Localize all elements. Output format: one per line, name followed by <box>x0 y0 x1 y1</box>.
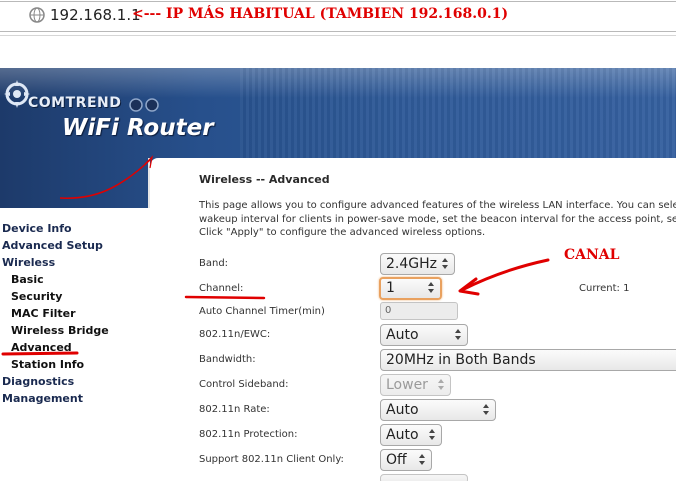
lens-dots-icon <box>129 98 159 112</box>
spinner-icon <box>419 454 427 466</box>
n-client-only-select[interactable]: Off <box>380 449 432 471</box>
control-sideband-label: Control Sideband: <box>199 379 289 390</box>
spinner-icon <box>442 258 450 270</box>
channel-value: 1 <box>386 280 395 296</box>
menu-item-device-info[interactable]: Device Info <box>2 222 72 235</box>
browser-gap <box>0 36 676 68</box>
canal-annotation: CANAL <box>564 247 620 263</box>
menu-item-diagnostics[interactable]: Diagnostics <box>2 375 74 388</box>
current-channel: Current: 1 <box>579 283 630 294</box>
channel-select[interactable]: 1 <box>379 277 442 300</box>
spinner-icon <box>438 379 446 391</box>
auto-channel-timer-label: Auto Channel Timer(min) <box>199 306 325 317</box>
n-rate-select[interactable]: Auto <box>380 399 496 421</box>
page-title: Wireless -- Advanced <box>199 173 330 186</box>
spinner-icon <box>455 329 463 341</box>
menu-item-wireless[interactable]: Wireless <box>2 256 55 269</box>
page-description: This page allows you to configure advanc… <box>199 199 676 240</box>
band-select[interactable]: 2.4GHz <box>380 253 455 275</box>
spinner-icon <box>483 404 491 416</box>
brand-name: COMTREND <box>28 95 122 111</box>
control-sideband-value: Lower <box>386 377 428 393</box>
ewc-select[interactable]: Auto <box>380 324 468 346</box>
globe-icon <box>29 7 45 23</box>
menu-item-basic[interactable]: Basic <box>11 273 44 286</box>
menu-item-advanced[interactable]: Advanced <box>11 341 72 354</box>
n-protection-label: 802.11n Protection: <box>199 429 298 440</box>
browser-address-bar: 192.168.1.1 <--- IP MÁS HABITUAL (TAMBIE… <box>0 0 676 36</box>
band-label: Band: <box>199 258 229 269</box>
n-client-only-label: Support 802.11n Client Only: <box>199 454 344 465</box>
ip-annotation: <--- IP MÁS HABITUAL (TAMBIEN 192.168.0.… <box>132 6 509 22</box>
channel-label: Channel: <box>199 283 244 294</box>
menu-item-management[interactable]: Management <box>2 392 83 405</box>
menu-item-wireless-bridge[interactable]: Wireless Bridge <box>11 324 109 337</box>
band-value: 2.4GHz <box>386 256 437 272</box>
spinner-icon <box>428 282 436 294</box>
product-name: WiFi Router <box>62 115 214 141</box>
spinner-icon <box>429 429 437 441</box>
n-protection-value: Auto <box>386 427 419 443</box>
description-line: Click "Apply" to configure the advanced … <box>199 227 486 238</box>
n-client-only-value: Off <box>386 452 407 468</box>
auto-channel-timer-input[interactable]: 0 <box>380 302 458 320</box>
description-line: wakeup interval for clients in power-sav… <box>199 213 676 225</box>
menu-item-security[interactable]: Security <box>11 290 62 303</box>
bandwidth-label: Bandwidth: <box>199 354 256 365</box>
description-line: This page allows you to configure advanc… <box>199 200 676 211</box>
n-rate-label: 802.11n Rate: <box>199 404 270 415</box>
bandwidth-select[interactable]: 20MHz in Both Bands <box>380 349 676 371</box>
next-row-select[interactable] <box>380 474 468 481</box>
bandwidth-value: 20MHz in Both Bands <box>386 352 536 368</box>
menu-item-mac-filter[interactable]: MAC Filter <box>11 307 76 320</box>
n-rate-value: Auto <box>386 402 419 418</box>
menu-item-advanced-setup[interactable]: Advanced Setup <box>2 239 103 252</box>
ewc-label: 802.11n/EWC: <box>199 329 271 340</box>
ewc-value: Auto <box>386 327 419 343</box>
left-menu: Device Info Advanced Setup Wireless Basi… <box>0 208 150 481</box>
menu-item-station-info[interactable]: Station Info <box>11 358 84 371</box>
control-sideband-select[interactable]: Lower <box>380 374 451 396</box>
n-protection-select[interactable]: Auto <box>380 424 442 446</box>
url-text[interactable]: 192.168.1.1 <box>50 6 141 24</box>
